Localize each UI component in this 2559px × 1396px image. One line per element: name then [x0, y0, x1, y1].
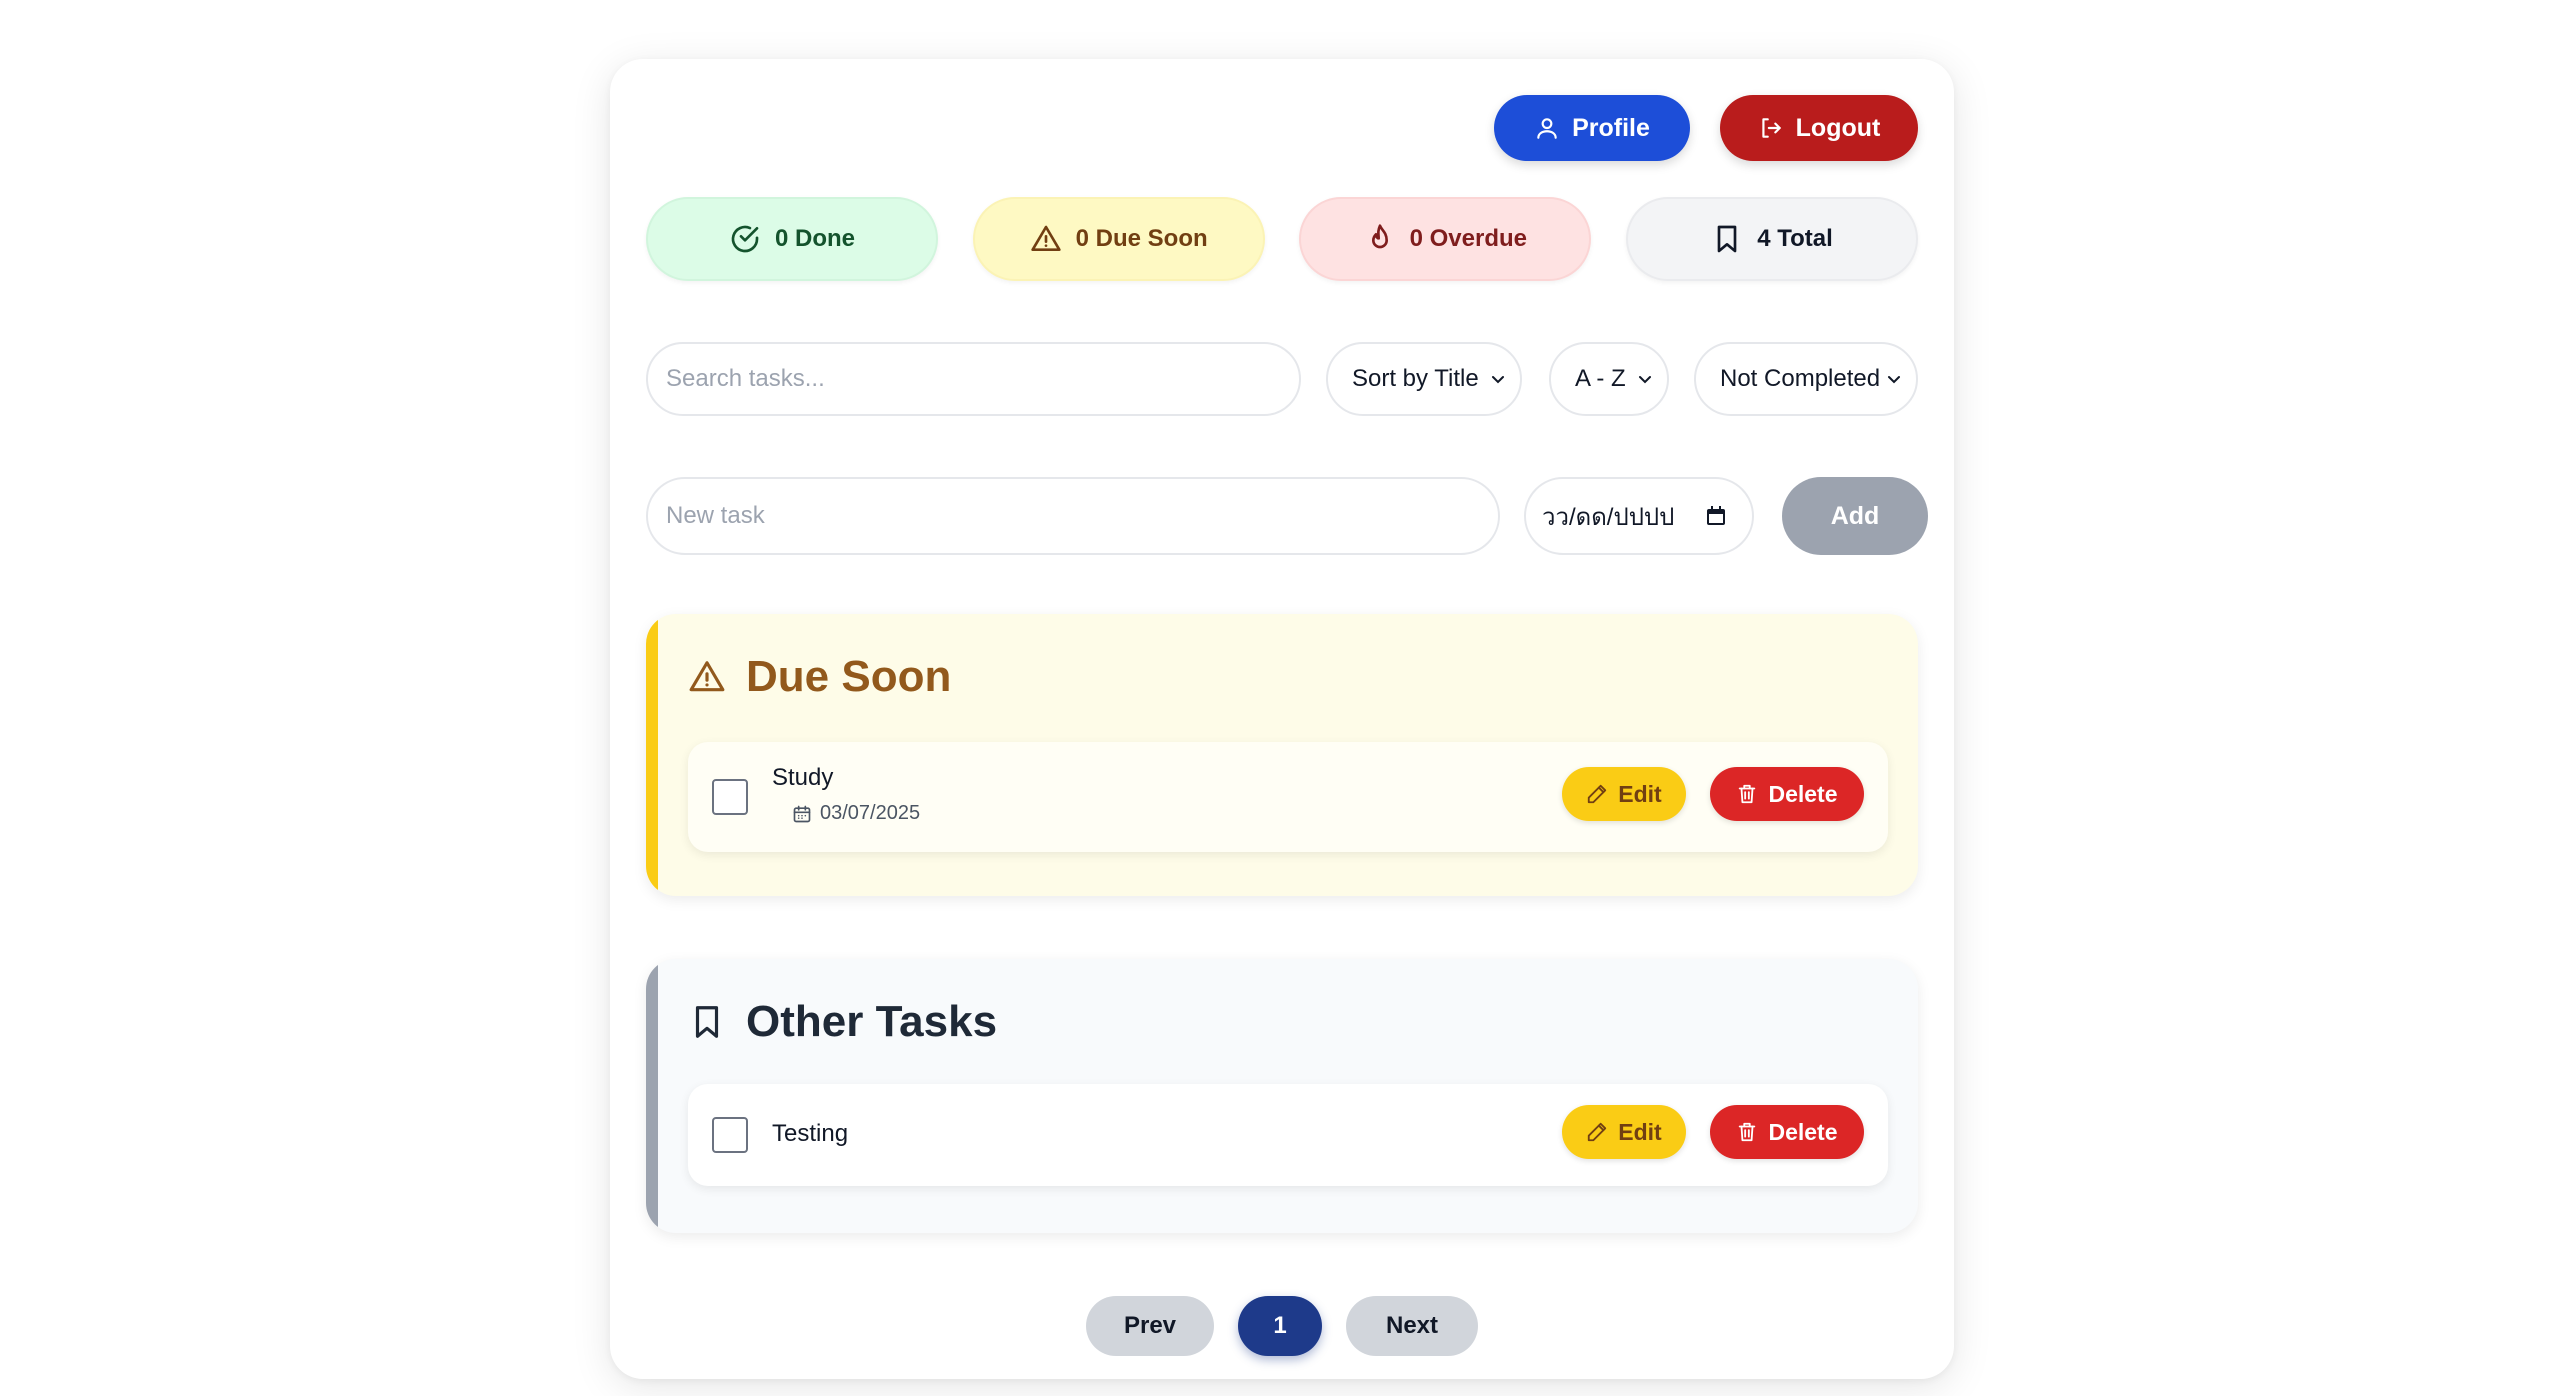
- stat-total: 4 Total: [1625, 197, 1918, 281]
- logout-icon: [1761, 118, 1781, 138]
- bookmark-icon: [1717, 225, 1737, 253]
- task-date-text: 03/07/2025: [820, 802, 921, 824]
- add-label: Add: [1830, 501, 1880, 530]
- task-item: Testing Edit Delete: [688, 1084, 1888, 1186]
- delete-label: Delete: [1768, 780, 1838, 807]
- delete-label: Delete: [1768, 1118, 1838, 1145]
- trash-icon: [1739, 1122, 1756, 1142]
- calendar-icon: [793, 805, 811, 822]
- stat-done: 0 Done: [646, 197, 938, 281]
- due-date-placeholder: วว/ดด/ปปปป: [1542, 503, 1675, 531]
- task-due-date: 03/07/2025: [792, 802, 920, 825]
- section-title: Due Soon: [746, 652, 952, 701]
- next-page-button[interactable]: Next: [1346, 1296, 1478, 1356]
- bookmark-icon: [695, 1006, 719, 1038]
- edit-button[interactable]: Edit: [1562, 1105, 1686, 1159]
- edit-button[interactable]: Edit: [1562, 767, 1686, 821]
- new-task-input[interactable]: New task: [646, 477, 1500, 555]
- section-header: Other Tasks: [688, 997, 997, 1047]
- stat-overdue-label: 0 Overdue: [1409, 225, 1527, 252]
- chevron-down-icon: [1492, 376, 1504, 384]
- section-header: Due Soon: [688, 652, 951, 702]
- pagination: Prev 1 Next: [646, 1296, 1918, 1356]
- current-page-button[interactable]: 1: [1238, 1296, 1322, 1356]
- chevron-down-icon: [1888, 376, 1900, 384]
- new-task-placeholder: New task: [666, 502, 765, 529]
- edit-label: Edit: [1618, 1118, 1662, 1145]
- user-icon: [1537, 118, 1557, 139]
- task-item: Study 03/07/2025 Edit Delete: [688, 742, 1888, 852]
- section-title: Other Tasks: [746, 997, 998, 1046]
- edit-label: Edit: [1618, 780, 1662, 807]
- check-circle-icon: [731, 225, 759, 253]
- calendar-icon[interactable]: [1704, 504, 1728, 528]
- task-checkbox[interactable]: [712, 1117, 748, 1153]
- task-checkbox[interactable]: [712, 779, 748, 815]
- todo-card: Profile Logout 0 Done 0 Due Soon 0 Overd…: [610, 59, 1954, 1379]
- header-actions: Profile Logout: [1494, 95, 1918, 161]
- profile-button[interactable]: Profile: [1494, 95, 1690, 161]
- prev-page-button[interactable]: Prev: [1086, 1296, 1214, 1356]
- stats-row: 0 Done 0 Due Soon 0 Overdue 4 Total: [646, 197, 1918, 281]
- task-actions: Edit Delete: [1562, 1105, 1864, 1159]
- task-actions: Edit Delete: [1562, 767, 1864, 821]
- due-date-input[interactable]: วว/ดด/ปปปป: [1524, 477, 1754, 555]
- trash-icon: [1739, 784, 1756, 804]
- status-value: Not Completed: [1720, 365, 1881, 392]
- sort-by-value: Sort by Title: [1352, 365, 1479, 392]
- warning-triangle-icon: [689, 661, 725, 692]
- add-task-button[interactable]: Add: [1782, 477, 1928, 555]
- search-input[interactable]: Search tasks...: [646, 342, 1301, 416]
- pencil-icon: [1588, 1122, 1607, 1142]
- logout-button[interactable]: Logout: [1720, 95, 1918, 161]
- stat-due-soon-label: 0 Due Soon: [1075, 225, 1208, 252]
- profile-label: Profile: [1572, 113, 1650, 142]
- order-value: A - Z: [1575, 365, 1626, 392]
- search-placeholder: Search tasks...: [666, 365, 825, 392]
- warning-triangle-icon: [1030, 225, 1061, 251]
- card-content: Profile Logout 0 Done 0 Due Soon 0 Overd…: [646, 59, 1928, 1379]
- section-accent-bar: [646, 959, 658, 1233]
- flame-icon: [1371, 224, 1388, 249]
- task-name: Study: [772, 764, 834, 791]
- delete-button[interactable]: Delete: [1710, 1105, 1864, 1159]
- new-task-row: New task วว/ดด/ปปปป Add: [646, 477, 1928, 555]
- order-select[interactable]: A - Z: [1549, 342, 1669, 416]
- filter-row: Search tasks... Sort by Title A - Z Not …: [646, 342, 1918, 416]
- stat-due-soon: 0 Due Soon: [972, 197, 1265, 281]
- due-soon-section: Due Soon Study 03/07/2025 Edit Delete: [646, 614, 1918, 896]
- section-accent-bar: [646, 614, 658, 896]
- stat-total-label: 4 Total: [1757, 225, 1833, 252]
- stat-done-label: 0 Done: [774, 225, 855, 252]
- sort-by-select[interactable]: Sort by Title: [1326, 342, 1522, 416]
- logout-label: Logout: [1795, 113, 1881, 142]
- stat-overdue: 0 Overdue: [1299, 197, 1592, 281]
- other-tasks-section: Other Tasks Testing Edit Delete: [646, 959, 1918, 1233]
- status-select[interactable]: Not Completed: [1694, 342, 1918, 416]
- delete-button[interactable]: Delete: [1710, 767, 1864, 821]
- pencil-icon: [1588, 784, 1607, 804]
- chevron-down-icon: [1639, 376, 1651, 384]
- task-name: Testing: [772, 1120, 849, 1147]
